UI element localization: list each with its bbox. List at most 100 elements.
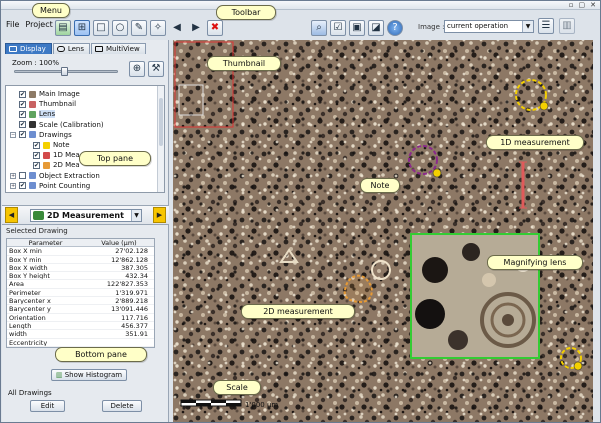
tree-item[interactable]: ✔ 1D Mea [24,150,80,160]
tree-scrollbar[interactable] [157,86,164,192]
main-image[interactable]: 1'000 µm [173,40,599,422]
chevron-right-icon: ▶ [156,211,163,219]
tree-item-checkbox[interactable]: ✔ [19,100,26,108]
tree-item[interactable]: + Object Extraction [10,171,100,181]
edit-button[interactable]: Edit [30,400,65,412]
tree-scrollbar-thumb[interactable] [159,98,163,146]
magnifying-lens[interactable] [410,233,540,359]
close-icon[interactable]: ✕ [590,1,596,10]
value-cell [84,339,154,346]
thumbnail[interactable] [174,41,234,128]
value-cell: 2'889.218 [115,297,148,306]
tree-item[interactable]: ✔ Scale (Calibration) [10,120,104,130]
menu-project[interactable]: Project [25,18,52,32]
delete-drawing-button[interactable]: ✖ [207,20,223,36]
menu-file[interactable]: File [6,18,19,32]
tab-lens[interactable]: Lens [52,43,90,54]
table-row[interactable]: Barycenter y 13'091.446 [7,305,154,314]
select-tool-button[interactable]: ⊞ [74,20,90,36]
table-row[interactable]: Box Y height 432.34 [7,272,154,281]
image-thumbnail-button[interactable]: ▤ [55,20,71,36]
table-row[interactable]: Box Y min 12'862.128 [7,256,154,264]
tree-item[interactable]: + ✔ Point Counting [10,181,90,191]
layer-icon [29,100,36,108]
tree-item-checkbox[interactable]: ✔ [19,90,26,98]
expand-icon[interactable]: + [10,182,16,189]
tree-item[interactable]: − ✔ Drawings [10,130,72,140]
tree-item-checkbox[interactable]: ✔ [19,121,26,129]
collapse-icon[interactable]: − [10,131,16,138]
measurement-prev-button[interactable]: ◀ [5,207,18,223]
view-scrollbar[interactable] [593,40,600,422]
zoom-slider[interactable] [14,67,118,76]
measurement-2d-outline[interactable] [343,274,373,304]
zoom-tool-button[interactable]: ⚒ [148,61,164,77]
table-row[interactable]: Orientation 117.716 [7,314,154,322]
table-row[interactable]: Eccentricity [7,339,154,347]
tab-display[interactable]: Display [5,43,52,54]
tree-item-checkbox[interactable]: ✔ [33,151,40,159]
tree-item-label: Drawings [39,130,72,139]
maximize-icon[interactable]: ▢ [579,1,586,10]
restore-icon[interactable]: ▫ [569,1,574,10]
export-button[interactable]: ▥ [559,18,575,34]
zoom-label: Zoom : 100% [12,59,60,67]
selected-drawing-title: Selected Drawing [6,227,68,235]
rectangle-tool-button[interactable]: □ [93,20,109,36]
tree-item-label: Object Extraction [39,171,100,180]
tree-item[interactable]: ✔ 2D Mea [24,160,80,170]
display-icon [9,46,17,52]
chevron-left-icon: ◀ [173,22,181,33]
polygon-tool-button[interactable]: ✧ [150,20,166,36]
toolbar-right: ⌕ ☑ ▣ ◪ ? [311,18,403,38]
table-row[interactable]: Length 456.377 [7,322,154,331]
parameter-cell: Barycenter x [9,297,51,305]
table-row[interactable]: Box X min 27'02.128 [7,247,154,256]
zoom-slider-thumb[interactable] [60,67,68,76]
delete-button[interactable]: Delete [102,400,142,412]
chevron-right-icon: ▶ [192,22,200,33]
image-view-button[interactable]: ▣ [349,20,365,36]
image-select[interactable]: current operation ▼ [444,20,534,33]
tree-item[interactable]: ✔ Thumbnail [10,99,76,109]
previous-button[interactable]: ◀ [169,20,185,36]
help-button[interactable]: ? [387,20,403,36]
tree-item-checkbox[interactable]: ✔ [19,110,26,118]
table-row[interactable]: Box X width 387.305 [7,264,154,273]
tree-item[interactable]: ✔ Main Image [10,89,80,99]
table-row[interactable]: Perimeter 1'319.971 [7,289,154,298]
measurement-type-select[interactable]: 2D Measurement ▼ [30,209,142,222]
tree-item-checkbox[interactable]: ✔ [19,131,26,139]
zoom-in-button[interactable]: ⊕ [129,61,145,77]
show-histogram-button[interactable]: ▥ Show Histogram [51,369,127,381]
tree-item-checkbox[interactable]: ✔ [19,182,26,190]
export-icon: ▥ [562,20,572,31]
magnify-button[interactable]: ⌕ [311,20,327,36]
table-row[interactable]: width 351.91 [7,330,154,339]
image-view[interactable]: 1'000 µm [173,40,599,422]
ellipse-tool-button[interactable]: ○ [112,20,128,36]
tree-item-checkbox[interactable] [19,172,26,180]
value-cell: 351.91 [125,330,148,339]
tree-item-checkbox[interactable]: ✔ [33,141,40,149]
freehand-tool-button[interactable]: ✎ [131,20,147,36]
tab-multiview[interactable]: MultiView [90,43,146,54]
tree-item-checkbox[interactable] [19,193,26,194]
report-button[interactable]: ☑ [330,20,346,36]
edit-image-icon: ◪ [371,22,381,33]
tree-item[interactable]: ✔ Lens [10,109,56,119]
expand-icon[interactable]: + [10,172,16,179]
measurement-next-button[interactable]: ▶ [153,207,166,223]
view-options-button[interactable]: ☰ [538,18,554,34]
edit-image-button[interactable]: ◪ [368,20,384,36]
tree-item[interactable]: ✔ Note [24,140,70,150]
table-row[interactable]: Barycenter x 2'889.218 [7,297,154,306]
tree-item-label: Thumbnail [39,100,77,109]
tree-item[interactable]: +Profile [10,191,61,194]
next-button[interactable]: ▶ [188,20,204,36]
layer-icon [29,121,36,129]
tree-item-checkbox[interactable]: ✔ [33,161,40,169]
table-row[interactable]: Area 122'827.353 [7,280,154,289]
